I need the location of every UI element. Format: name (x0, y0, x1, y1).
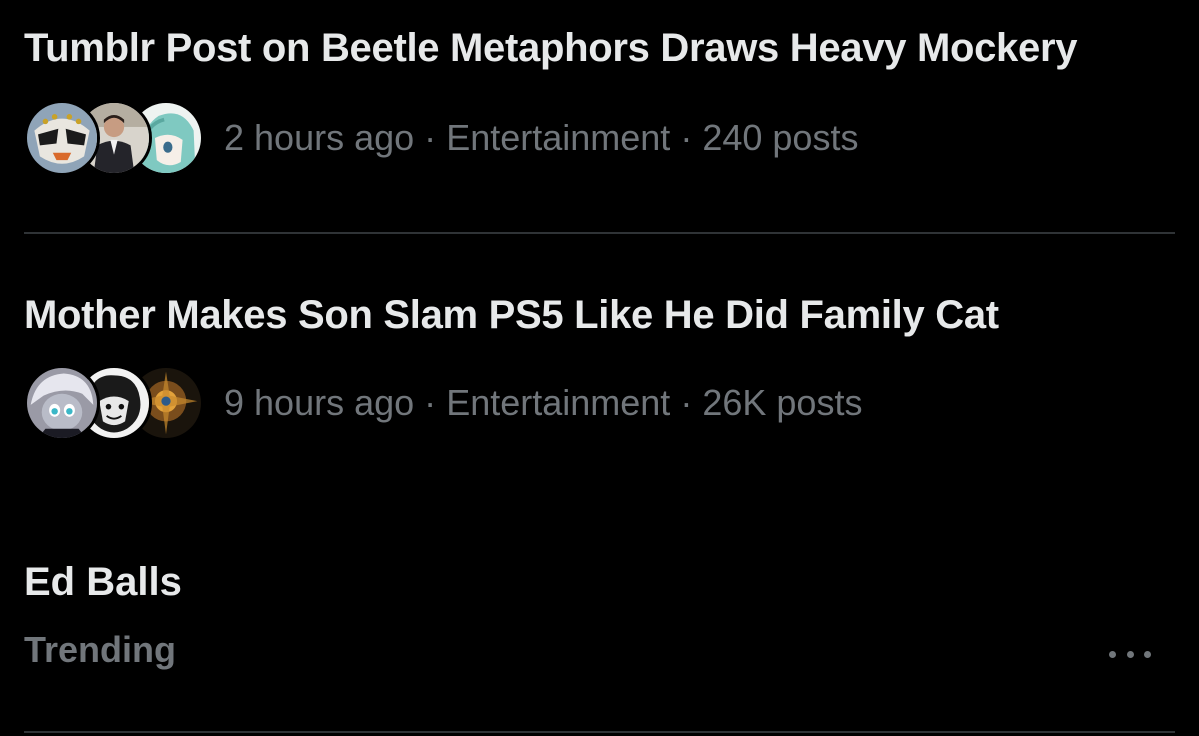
news-story-1[interactable]: Tumblr Post on Beetle Metaphors Draws He… (24, 24, 1175, 176)
story-meta: 9 hours ago · Entertainment · 26K posts (24, 365, 862, 441)
trending-feed: Tumblr Post on Beetle Metaphors Draws He… (0, 0, 1199, 736)
story-category: Entertainment (446, 382, 671, 423)
more-horizontal-icon (1126, 650, 1134, 658)
meta-separator: · (424, 382, 437, 423)
story-time: 9 hours ago (224, 382, 415, 423)
trend-subtitle: Trending (24, 629, 176, 670)
trend-title: Ed Balls (24, 560, 182, 604)
news-story-2[interactable]: Mother Makes Son Slam PS5 Like He Did Fa… (24, 291, 1175, 441)
more-horizontal-icon (1144, 650, 1151, 658)
more-horizontal-icon (1109, 650, 1116, 658)
avatar (24, 100, 100, 176)
avatar (24, 365, 100, 441)
more-options-button[interactable] (1109, 640, 1151, 668)
divider (24, 731, 1175, 733)
story-time: 2 hours ago (224, 117, 415, 158)
story-category: Entertainment (446, 117, 671, 158)
story-title: Tumblr Post on Beetle Metaphors Draws He… (24, 26, 1078, 70)
story-post-count: 240 posts (702, 117, 859, 158)
story-post-count: 26K posts (702, 382, 863, 423)
story-meta: 2 hours ago · Entertainment · 240 posts (24, 100, 858, 176)
meta-separator: · (424, 117, 437, 158)
meta-separator: · (680, 117, 693, 158)
story-title: Mother Makes Son Slam PS5 Like He Did Fa… (24, 293, 999, 337)
meta-separator: · (680, 382, 693, 423)
story-meta-text: 2 hours ago · Entertainment · 240 posts (224, 116, 858, 160)
story-meta-text: 9 hours ago · Entertainment · 26K posts (224, 381, 862, 425)
avatar-group (24, 100, 204, 176)
divider (24, 232, 1175, 234)
avatar-group (24, 365, 204, 441)
trend-item[interactable]: Ed Balls Trending (24, 558, 1175, 698)
